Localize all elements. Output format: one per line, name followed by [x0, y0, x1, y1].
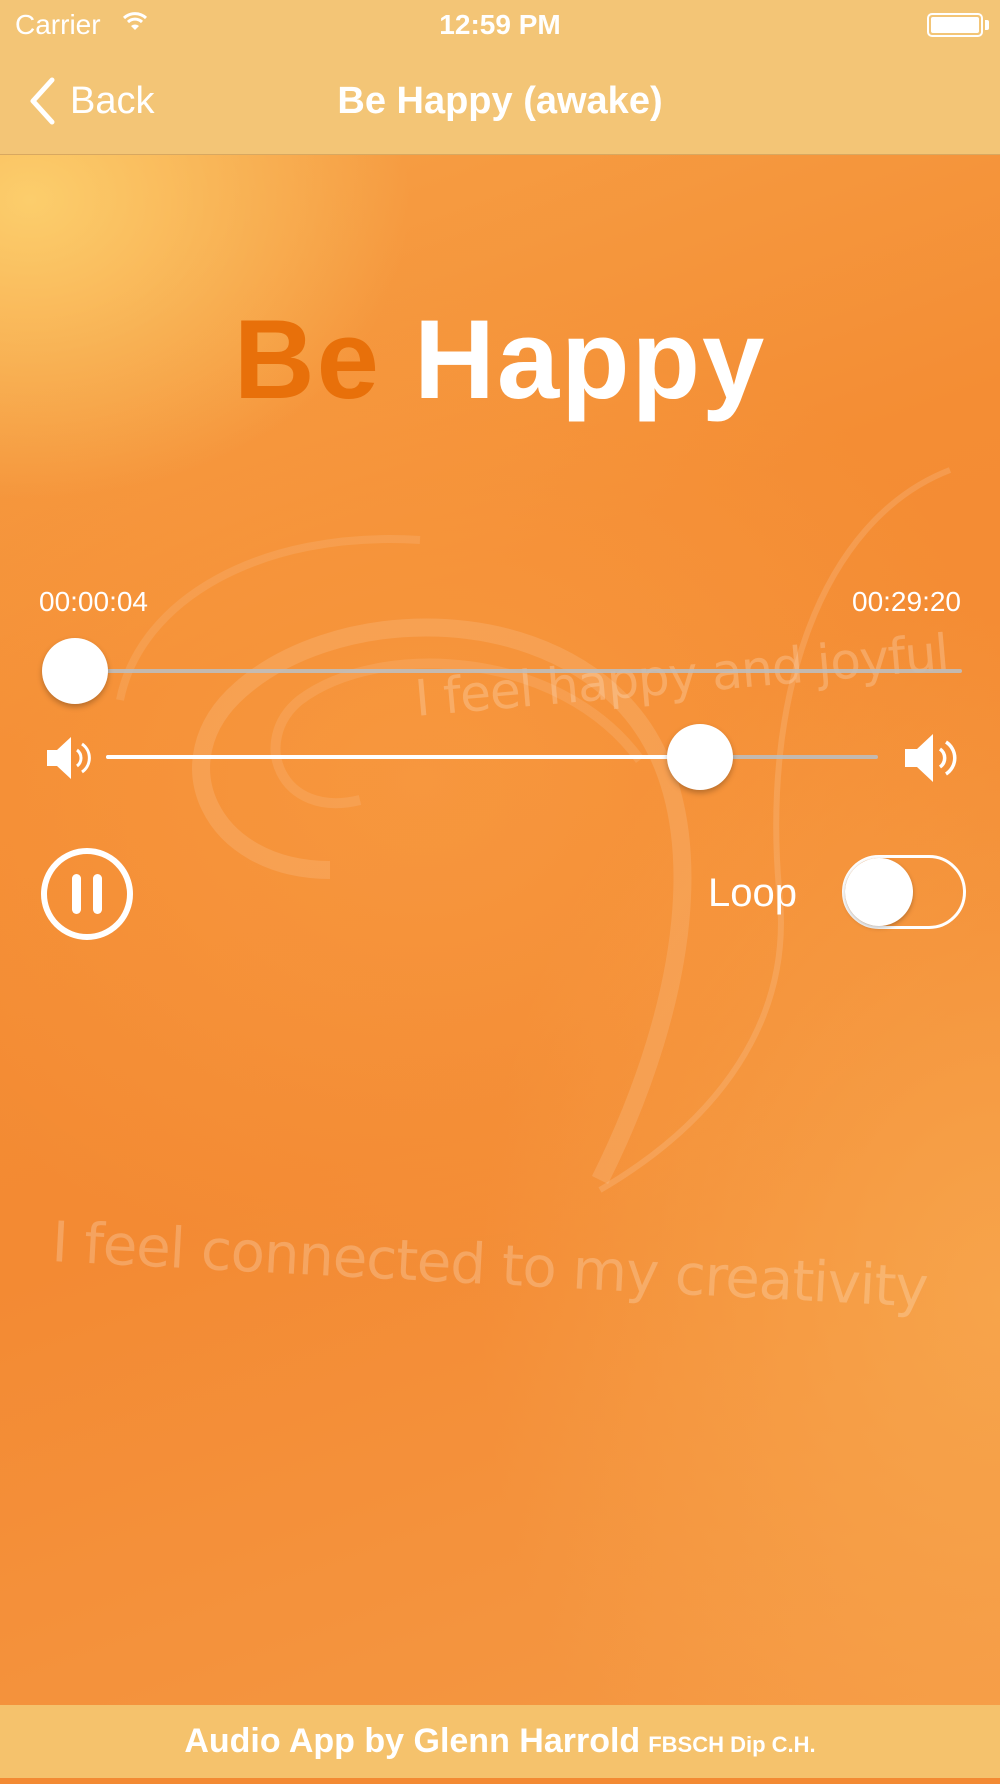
page-title: Be Happy [0, 295, 1000, 424]
loop-toggle-knob [845, 858, 913, 926]
pause-button[interactable] [40, 847, 134, 941]
footer-credit: Audio App by Glenn Harrold FBSCH Dip C.H. [0, 1705, 1000, 1778]
battery-nub [985, 20, 989, 30]
navigation-bar: Back Be Happy (awake) [0, 50, 1000, 155]
pause-icon [72, 874, 81, 914]
loop-toggle[interactable] [842, 855, 966, 929]
loop-label: Loop [708, 871, 797, 915]
speaker-low-icon [47, 737, 91, 779]
status-bar: Carrier 12:59 PM [0, 0, 1000, 50]
status-time: 12:59 PM [439, 9, 561, 40]
footer-text: Audio App by Glenn Harrold [184, 1722, 641, 1760]
volume-thumb[interactable] [667, 724, 734, 790]
progress-thumb[interactable] [41, 638, 108, 704]
total-time: 00:29:20 [852, 586, 961, 617]
speaker-high-icon [905, 734, 957, 782]
battery-icon [927, 13, 983, 37]
title-word-be: Be [233, 297, 381, 422]
progress-track[interactable] [73, 669, 962, 673]
footer-credentials: FBSCH Dip C.H. [648, 1732, 816, 1757]
nav-title: Be Happy (awake) [337, 80, 663, 122]
volume-fill [106, 755, 701, 759]
elapsed-time: 00:00:04 [39, 586, 148, 617]
title-word-happy: Happy [414, 297, 767, 422]
